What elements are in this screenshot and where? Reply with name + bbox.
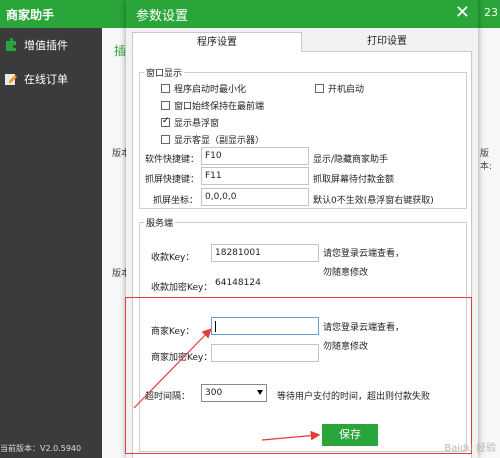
merchant-key-note-2: 勿随意修改 — [323, 342, 369, 352]
checkbox-autostart[interactable]: 开机启动 — [315, 82, 364, 95]
tab-bar: 程序设置 打印设置 — [132, 32, 472, 52]
main-tab-partial: 插 — [114, 44, 127, 58]
close-icon[interactable]: ✕ — [455, 2, 470, 24]
app-title-right-text: 23 — [484, 6, 498, 19]
checkbox-label: 显示悬浮窗 — [174, 119, 220, 129]
hotkey-input[interactable]: F10 — [201, 147, 309, 165]
checkbox-box[interactable] — [161, 101, 170, 110]
checkbox-box[interactable] — [161, 84, 170, 93]
timeout-description: 等待用户支付的时间，超出则付款失败 — [277, 392, 431, 402]
screenshot-coord-input[interactable]: 0,0,0,0 — [201, 188, 309, 206]
timeout-label: 超时间隔： — [145, 392, 191, 402]
puzzle-icon — [4, 38, 18, 52]
screenshot-coord-label: 抓屏坐标： — [153, 196, 199, 206]
sidebar: 增值插件 在线订单 当前版本：V2.0.5940 — [0, 28, 102, 458]
tab-program-settings[interactable]: 程序设置 — [132, 32, 302, 52]
checkbox-show-floating-window[interactable]: 显示悬浮窗 — [161, 116, 219, 129]
checkbox-label: 开机启动 — [328, 85, 365, 95]
checkbox-label: 显示客显（副显示器） — [174, 136, 265, 146]
save-button[interactable]: 保存 — [322, 424, 378, 446]
group-legend: 服务端 — [146, 219, 174, 229]
merchant-key-note: 请您登录云端查看， — [323, 323, 405, 333]
hotkey-label: 软件快捷键： — [145, 155, 200, 165]
collect-encrypted-key-input[interactable]: 64148124 — [211, 274, 319, 292]
chevron-down-icon — [257, 390, 263, 395]
group-legend: 窗口显示 — [146, 69, 183, 79]
hotkey-description: 显示/隐藏商家助手 — [313, 155, 389, 165]
tab-print-settings[interactable]: 打印设置 — [302, 32, 472, 52]
screenshot-hotkey-input[interactable]: F11 — [201, 167, 309, 185]
version-label: 当前版本：V2.0.5940 — [0, 444, 82, 453]
checkbox-minimize-on-start[interactable]: 程序启动时最小化 — [161, 82, 246, 95]
checkbox-label: 窗口始终保持在最前端 — [174, 102, 265, 112]
collect-key-input[interactable]: 18281001 — [211, 244, 319, 262]
collect-key-label: 收款Key： — [151, 253, 195, 263]
merchant-key-label: 商家Key： — [151, 327, 195, 337]
app-title: 商家助手 — [6, 8, 55, 22]
checkbox-label: 程序启动时最小化 — [174, 85, 247, 95]
sidebar-item-label: 在线订单 — [24, 73, 68, 86]
dialog-title: 参数设置 — [136, 9, 189, 24]
collect-key-note: 请您登录云端查看， — [323, 249, 405, 259]
checkbox-box-checked[interactable] — [161, 116, 170, 127]
collect-key-note-2: 勿随意修改 — [323, 268, 369, 278]
sidebar-item-label: 增值插件 — [24, 39, 68, 52]
collect-encrypted-key-label: 收款加密Key： — [151, 283, 213, 293]
sidebar-item-orders[interactable]: 在线订单 — [4, 68, 100, 90]
watermark-text: Baidu 经验 — [444, 443, 496, 454]
merchant-key-input[interactable] — [211, 317, 319, 335]
checkbox-customer-display[interactable]: 显示客显（副显示器） — [161, 133, 264, 146]
text-caret — [215, 321, 216, 332]
checkbox-always-on-top[interactable]: 窗口始终保持在最前端 — [161, 99, 264, 112]
sidebar-item-plugins[interactable]: 增值插件 — [4, 34, 100, 56]
checkbox-box[interactable] — [315, 84, 324, 93]
screenshot-coord-description: 默认0不生效(悬浮窗右键获取) — [313, 196, 434, 206]
merchant-encrypted-key-label: 商家加密Key： — [151, 353, 213, 363]
edit-note-icon — [4, 72, 18, 86]
screenshot-hotkey-description: 抓取屏幕待付款金额 — [313, 175, 395, 185]
merchant-encrypted-key-input[interactable] — [211, 344, 319, 362]
dialog-titlebar: 参数设置 ✕ — [126, 0, 478, 28]
bg-version-text: 版本: — [480, 149, 493, 172]
checkbox-box[interactable] — [161, 135, 170, 144]
timeout-select[interactable]: 300 — [201, 384, 267, 402]
screenshot-hotkey-label: 抓屏快捷键： — [145, 175, 200, 185]
settings-panel: 窗口显示 程序启动时最小化 开机启动 窗口始终保持在最前端 显示悬浮窗 显示客显… — [132, 52, 472, 458]
settings-dialog: 参数设置 ✕ 程序设置 打印设置 窗口显示 程序启动时最小化 开机启动 窗口始终… — [126, 0, 478, 458]
